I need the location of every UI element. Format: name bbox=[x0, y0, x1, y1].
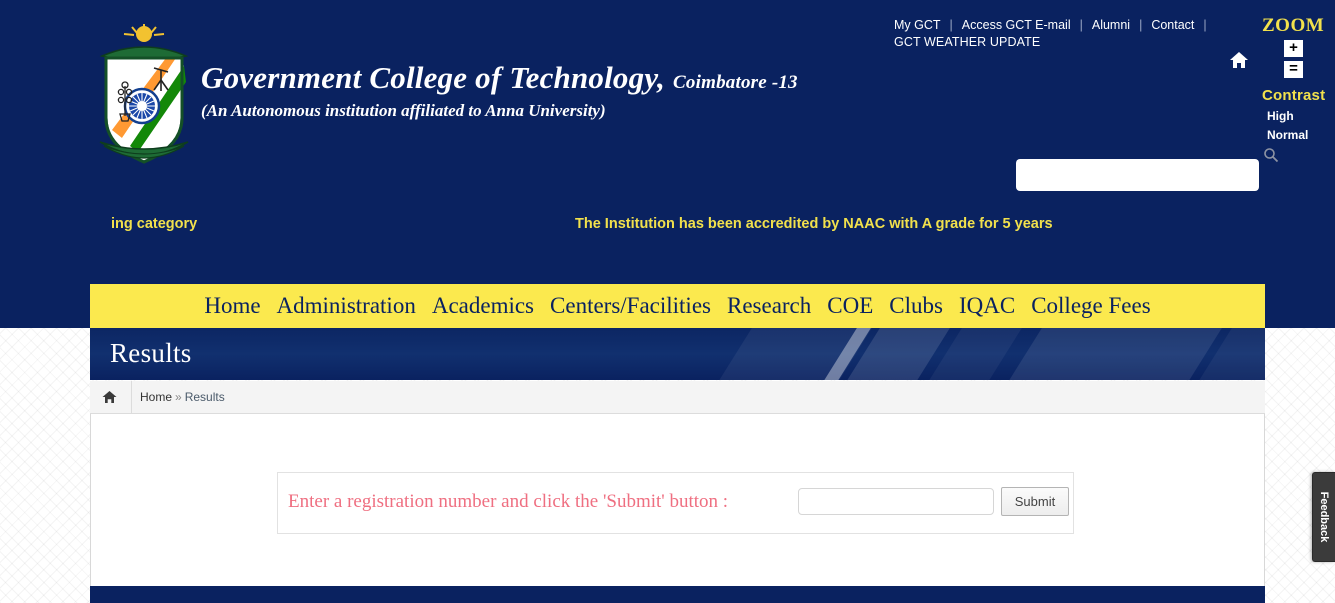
accessibility-controls: ZOOM + = Contrast High Normal bbox=[1262, 15, 1334, 143]
link-gct-weather-update[interactable]: GCT WEATHER UPDATE bbox=[885, 34, 1040, 51]
content-area: Enter a registration number and click th… bbox=[90, 414, 1265, 586]
college-crest-logo[interactable] bbox=[92, 22, 196, 170]
feedback-tab[interactable]: Feedback bbox=[1312, 472, 1335, 562]
nav-item-home[interactable]: Home bbox=[196, 292, 268, 320]
registration-number-input[interactable] bbox=[798, 488, 994, 515]
nav-item-clubs[interactable]: Clubs bbox=[881, 292, 951, 320]
feedback-tab-label: Feedback bbox=[1318, 491, 1330, 543]
marquee-text-left: ing category bbox=[111, 216, 198, 232]
announcement-marquee: ing category The Institution has been ac… bbox=[90, 212, 1265, 240]
weather-update-row: GCT WEATHER UPDATE bbox=[885, 34, 1245, 51]
home-icon[interactable] bbox=[102, 390, 117, 404]
site-header: Government College of Technology, Coimba… bbox=[0, 0, 1335, 328]
search-input[interactable] bbox=[1016, 159, 1259, 191]
footer-strip bbox=[90, 586, 1265, 603]
nav-item-academics[interactable]: Academics bbox=[424, 292, 542, 320]
link-my-gct[interactable]: My GCT bbox=[885, 18, 950, 32]
registration-number-label: Enter a registration number and click th… bbox=[288, 491, 729, 512]
breadcrumb-separator: » bbox=[175, 390, 182, 404]
college-subtitle: (An Autonomous institution affiliated to… bbox=[201, 101, 606, 120]
college-name: Government College of Technology, Coimba… bbox=[201, 60, 798, 96]
contrast-title: Contrast bbox=[1262, 87, 1326, 104]
nav-item-centers-facilities[interactable]: Centers/Facilities bbox=[542, 292, 719, 320]
nav-item-iqac[interactable]: IQAC bbox=[951, 292, 1023, 320]
college-city: Coimbatore -13 bbox=[673, 72, 798, 93]
main-navigation-items: Home Administration Academics Centers/Facil… bbox=[196, 284, 1158, 320]
zoom-reset-button[interactable]: = bbox=[1284, 61, 1303, 78]
link-access-gct-email[interactable]: Access GCT E-mail bbox=[953, 18, 1080, 32]
submit-button[interactable]: Submit bbox=[1001, 487, 1069, 516]
breadcrumb-home-cell[interactable] bbox=[90, 381, 132, 413]
breadcrumb-current: Results bbox=[184, 390, 225, 404]
zoom-in-button[interactable]: + bbox=[1284, 40, 1303, 57]
utility-links: My GCT | Access GCT E-mail | Alumni | Contact |… bbox=[885, 17, 1245, 51]
nav-item-college-fees[interactable]: College Fees bbox=[1023, 292, 1158, 320]
utility-links-row: My GCT | Access GCT E-mail | Alumni | Contact | bbox=[885, 17, 1245, 34]
contrast-option-high[interactable]: High bbox=[1262, 109, 1334, 123]
marquee-text-center: The Institution has been accredited by N… bbox=[575, 216, 1053, 232]
breadcrumb: Home» Results bbox=[90, 381, 1265, 414]
nav-item-administration[interactable]: Administration bbox=[269, 292, 424, 320]
page-title: Results bbox=[110, 338, 192, 368]
search-area bbox=[1016, 148, 1279, 191]
breadcrumb-link-home[interactable]: Home bbox=[140, 390, 172, 404]
link-contact[interactable]: Contact bbox=[1142, 18, 1203, 32]
nav-item-coe[interactable]: COE bbox=[819, 292, 881, 320]
registration-lookup-form: Enter a registration number and click th… bbox=[277, 472, 1074, 534]
link-separator-4: | bbox=[1203, 18, 1207, 32]
page-banner: Results bbox=[90, 328, 1265, 380]
main-navigation: Home Administration Academics Centers/Facil… bbox=[90, 284, 1265, 328]
zoom-title: ZOOM bbox=[1262, 15, 1325, 36]
college-name-text: Government College of Technology, bbox=[201, 60, 666, 95]
nav-item-research[interactable]: Research bbox=[719, 292, 819, 320]
home-icon[interactable] bbox=[1229, 50, 1249, 70]
search-icon[interactable] bbox=[1263, 147, 1279, 163]
breadcrumb-trail: Home» Results bbox=[140, 390, 225, 404]
contrast-option-normal[interactable]: Normal bbox=[1262, 128, 1334, 142]
link-alumni[interactable]: Alumni bbox=[1083, 18, 1139, 32]
